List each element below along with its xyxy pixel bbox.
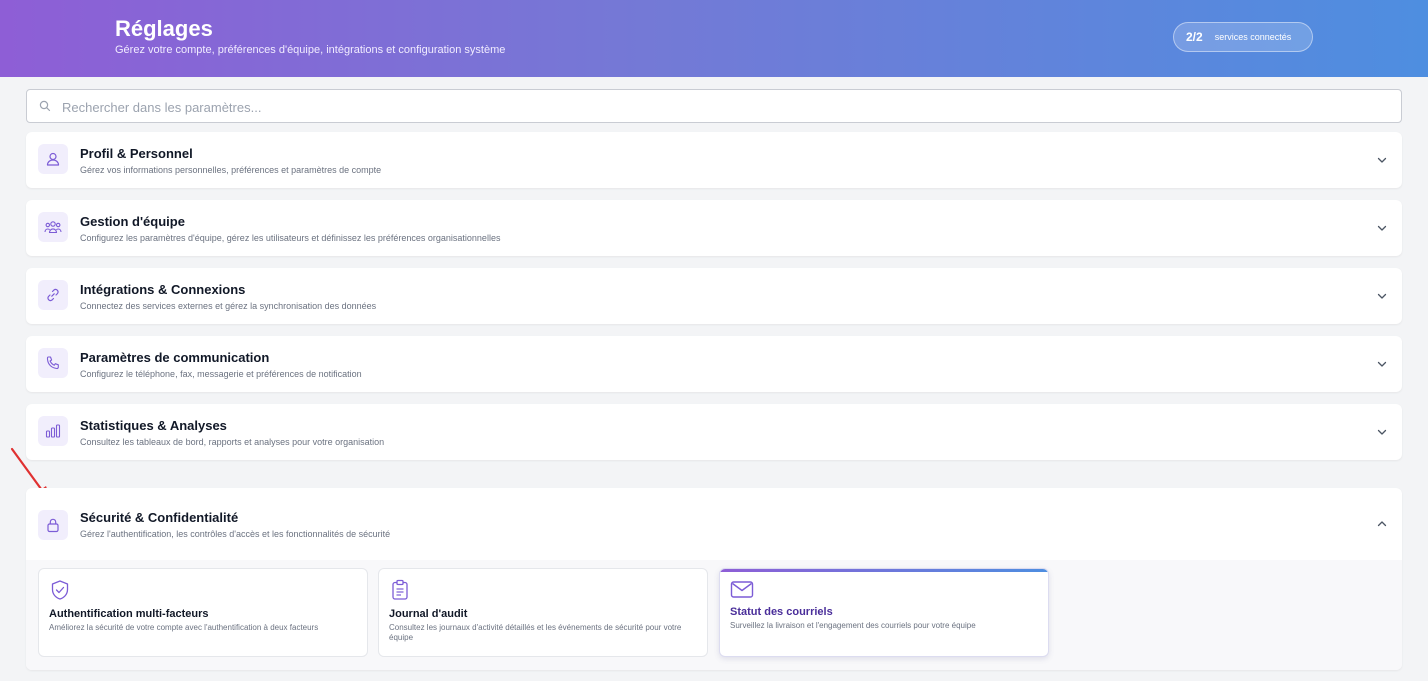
security-item-mfa[interactable]: Authentification multi-facteurs Améliore… — [38, 568, 368, 657]
security-items: Authentification multi-facteurs Améliore… — [26, 560, 1402, 670]
services-connected-badge: 2/2 services connectés — [1173, 22, 1313, 52]
section-title: Sécurité & Confidentialité — [80, 510, 239, 525]
settings-search — [26, 89, 1402, 123]
chevron-down-icon[interactable] — [1376, 154, 1388, 166]
section-description: Configurez les paramètres d'équipe, gére… — [80, 233, 501, 243]
section-description: Configurez le téléphone, fax, messagerie… — [80, 369, 362, 379]
security-item-description: Améliorez la sécurité de votre compte av… — [49, 623, 319, 632]
mail-icon — [730, 581, 754, 598]
active-accent-bar — [720, 569, 1048, 572]
section-title: Statistiques & Analyses — [80, 418, 227, 433]
lock-icon — [47, 518, 59, 533]
section-team[interactable]: Gestion d'équipe Configurez les paramètr… — [26, 200, 1402, 256]
section-description: Gérez l'authentification, les contrôles … — [80, 529, 391, 539]
page-subtitle: Gérez votre compte, préférences d'équipe… — [115, 44, 506, 56]
phone-icon — [46, 356, 59, 370]
chevron-up-icon[interactable] — [1376, 518, 1388, 530]
security-item-description: Consultez les journaux d'activité détail… — [389, 623, 682, 642]
section-description: Consultez les tableaux de bord, rapports… — [80, 437, 385, 447]
team-icon — [44, 221, 62, 234]
security-item-audit-log[interactable]: Journal d'audit Consultez les journaux d… — [378, 568, 708, 657]
services-label: services connectés — [1214, 32, 1292, 42]
section-title: Profil & Personnel — [80, 146, 193, 161]
chevron-down-icon[interactable] — [1376, 222, 1388, 234]
chevron-down-icon[interactable] — [1376, 426, 1388, 438]
section-security: Sécurité & Confidentialité Gérez l'authe… — [26, 488, 1402, 670]
section-statistics[interactable]: Statistiques & Analyses Consultez les ta… — [26, 404, 1402, 460]
section-title: Intégrations & Connexions — [80, 282, 246, 297]
security-item-email-status[interactable]: Statut des courriels Surveillez la livra… — [719, 568, 1049, 657]
section-title: Gestion d'équipe — [80, 214, 185, 229]
clipboard-icon — [392, 579, 408, 600]
page-title: Réglages — [115, 16, 213, 41]
security-item-title: Statut des courriels — [730, 606, 833, 618]
page-header: Réglages Gérez votre compte, préférences… — [0, 0, 1428, 77]
security-item-description: Surveillez la livraison et l'engagement … — [730, 621, 976, 630]
services-count: 2/2 — [1186, 30, 1203, 44]
chevron-down-icon[interactable] — [1376, 358, 1388, 370]
search-icon — [39, 100, 51, 112]
search-input[interactable] — [60, 96, 1384, 118]
security-item-title: Authentification multi-facteurs — [49, 608, 209, 620]
section-description: Gérez vos informations personnelles, pré… — [80, 165, 382, 175]
section-profile[interactable]: Profil & Personnel Gérez vos information… — [26, 132, 1402, 188]
section-communication[interactable]: Paramètres de communication Configurez l… — [26, 336, 1402, 392]
security-item-title: Journal d'audit — [389, 608, 468, 620]
section-title: Paramètres de communication — [80, 350, 270, 365]
section-description: Connectez des services externes et gérez… — [80, 301, 377, 311]
shield-check-icon — [51, 580, 69, 600]
section-integrations[interactable]: Intégrations & Connexions Connectez des … — [26, 268, 1402, 324]
link-icon — [47, 288, 59, 302]
chevron-down-icon[interactable] — [1376, 290, 1388, 302]
user-icon — [46, 152, 60, 166]
bar-chart-icon — [45, 424, 61, 438]
